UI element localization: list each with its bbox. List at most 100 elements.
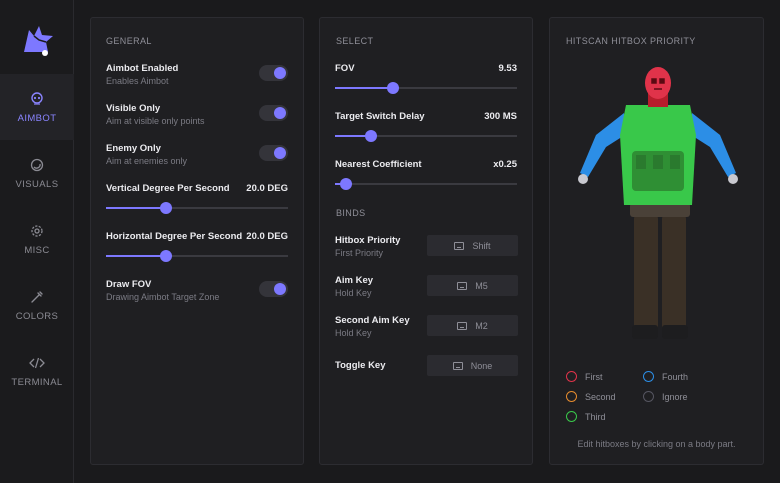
second-color-dot <box>566 391 577 402</box>
fourth-color-dot <box>643 371 654 382</box>
key-label: M5 <box>475 280 488 291</box>
binds-title: BINDS <box>336 208 366 218</box>
setting-value: 20.0 DEG <box>246 231 288 242</box>
keyboard-icon <box>454 241 465 250</box>
fov-slider[interactable] <box>335 82 517 94</box>
sidebar-item-label: VISUALS <box>15 178 59 190</box>
toggle-knob <box>274 147 286 159</box>
section-title: GENERAL <box>106 36 152 46</box>
setting-value: x0.25 <box>493 159 517 170</box>
hitbox-priority-key-button[interactable]: Shift <box>427 235 518 256</box>
ignore-color-dot <box>643 391 654 402</box>
legend-label: Second <box>585 391 616 402</box>
nearest-coefficient-row: Nearest Coefficient x0.25 <box>335 159 517 190</box>
character-model <box>572 63 744 363</box>
sidebar-item-label: COLORS <box>15 310 59 322</box>
rig-pouch <box>653 155 663 169</box>
setting-value: 300 MS <box>484 111 517 122</box>
legend-first[interactable]: First <box>566 371 603 382</box>
eye-icon <box>29 157 45 173</box>
draw-fov-toggle[interactable] <box>259 281 288 297</box>
legend-ignore[interactable]: Ignore <box>643 391 688 402</box>
slider-thumb[interactable] <box>160 202 173 214</box>
target-switch-delay-slider[interactable] <box>335 130 517 142</box>
horizontal-degree-slider[interactable] <box>106 250 288 262</box>
enemy-only-row: Enemy Only Aim at enemies only <box>106 143 288 166</box>
left-boot <box>632 325 658 339</box>
aimbot-enabled-row: Aimbot Enabled Enables Aimbot <box>106 63 288 86</box>
aim-key-button[interactable]: M5 <box>427 275 518 296</box>
legend-label: Ignore <box>662 391 688 402</box>
general-panel: GENERAL Aimbot Enabled Enables Aimbot Vi… <box>90 17 304 465</box>
eyedropper-icon <box>29 289 45 305</box>
second-aim-key-button[interactable]: M2 <box>427 315 518 336</box>
setting-value: 20.0 DEG <box>246 183 288 194</box>
code-icon <box>29 355 45 371</box>
sidebar-item-label: AIMBOT <box>17 112 57 124</box>
keyboard-icon <box>457 321 468 330</box>
belt <box>630 203 690 217</box>
section-title: HITSCAN HITBOX PRIORITY <box>566 36 696 46</box>
draw-fov-row: Draw FOV Drawing Aimbot Target Zone <box>106 279 288 302</box>
nearest-coefficient-slider[interactable] <box>335 178 517 190</box>
key-label: M2 <box>475 320 488 331</box>
horizontal-degree-row: Horizontal Degree Per Second 20.0 DEG <box>106 231 288 262</box>
setting-label: FOV <box>335 63 355 74</box>
gear-icon <box>29 223 45 239</box>
slider-fill <box>106 255 167 257</box>
sidebar-item-label: TERMINAL <box>11 376 63 388</box>
enemy-only-toggle[interactable] <box>259 145 288 161</box>
rig-pouch <box>636 155 646 169</box>
toggle-knob <box>274 107 286 119</box>
keyboard-icon <box>452 361 463 370</box>
slider-thumb[interactable] <box>160 250 173 262</box>
sidebar-item-colors[interactable]: COLORS <box>0 272 74 338</box>
right-hand <box>728 174 738 184</box>
select-panel: SELECT FOV 9.53 Target Switch Delay 300 … <box>319 17 533 465</box>
toggle-knob <box>274 283 286 295</box>
skull-icon <box>29 91 45 107</box>
target-switch-delay-row: Target Switch Delay 300 MS <box>335 111 517 142</box>
fov-row: FOV 9.53 <box>335 63 518 94</box>
section-title: SELECT <box>336 36 374 46</box>
vertical-degree-row: Vertical Degree Per Second 20.0 DEG <box>106 183 288 214</box>
setting-label: Nearest Coefficient <box>335 159 422 170</box>
aimbot-enabled-toggle[interactable] <box>259 65 288 81</box>
legend-label: First <box>585 371 603 382</box>
toggle-key-button[interactable]: None <box>427 355 518 376</box>
key-label: None <box>470 360 493 371</box>
right-boot <box>662 325 688 339</box>
hitbox-edit-hint: Edit hitboxes by clicking on a body part… <box>577 439 736 449</box>
keyboard-icon <box>457 281 468 290</box>
visible-only-row: Visible Only Aim at visible only points <box>106 103 288 126</box>
legend-second[interactable]: Second <box>566 391 616 402</box>
left-leg-hitbox[interactable] <box>634 213 658 335</box>
wolf-logo-icon <box>20 22 56 58</box>
slider-fill <box>106 207 167 209</box>
sidebar-item-terminal[interactable]: TERMINAL <box>0 338 74 404</box>
visible-only-toggle[interactable] <box>259 105 288 121</box>
toggle-knob <box>274 67 286 79</box>
legend-label: Fourth <box>662 371 689 382</box>
head-hitbox[interactable] <box>645 67 671 99</box>
key-label: Shift <box>472 240 491 251</box>
right-leg-hitbox[interactable] <box>662 213 686 335</box>
sidebar: AIMBOT VISUALS MISC COLORS TERMINAL <box>0 0 74 483</box>
left-hand <box>578 174 588 184</box>
slider-fill <box>335 87 394 89</box>
slider-thumb[interactable] <box>387 82 400 94</box>
third-color-dot <box>566 411 577 422</box>
legend-fourth[interactable]: Fourth <box>643 371 688 382</box>
hitscan-panel: HITSCAN HITBOX PRIORITY First Second Thi… <box>549 17 764 465</box>
slider-thumb[interactable] <box>365 130 378 142</box>
slider-thumb[interactable] <box>339 178 352 190</box>
sidebar-item-visuals[interactable]: VISUALS <box>0 140 74 206</box>
sidebar-item-misc[interactable]: MISC <box>0 206 74 272</box>
sidebar-item-label: MISC <box>24 244 50 256</box>
sidebar-item-aimbot[interactable]: AIMBOT <box>0 74 74 140</box>
vertical-degree-slider[interactable] <box>106 202 288 214</box>
legend-third[interactable]: Third <box>566 411 606 422</box>
setting-value: 9.53 <box>498 63 518 74</box>
first-color-dot <box>566 371 577 382</box>
legend-label: Third <box>585 411 606 422</box>
